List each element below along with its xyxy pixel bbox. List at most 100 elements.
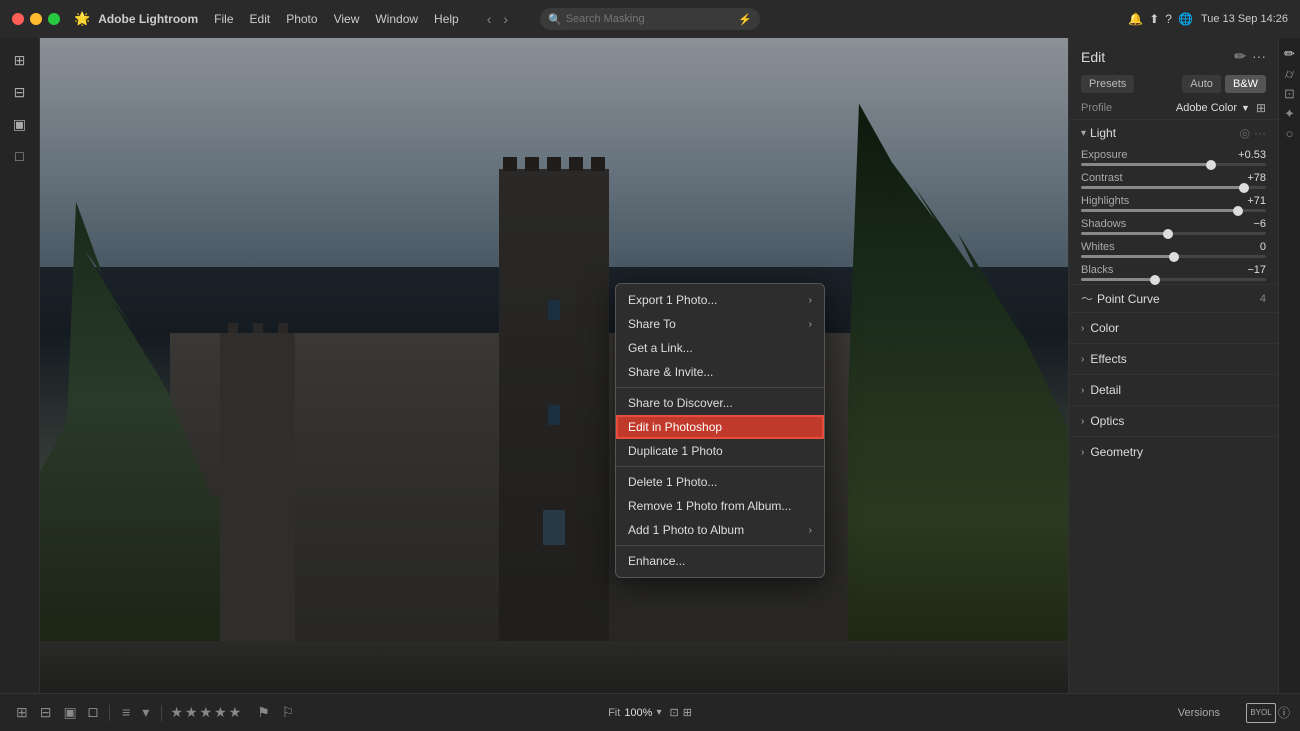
point-curve-label: Point Curve — [1097, 292, 1260, 306]
blacks-label: Blacks — [1081, 264, 1113, 276]
redeye-tool-icon[interactable]: ○ — [1286, 126, 1294, 141]
fit-dropdown-icon[interactable]: ▾ — [656, 707, 661, 718]
menu-window[interactable]: Window — [375, 12, 418, 26]
merlon — [278, 323, 288, 333]
effects-header[interactable]: › Effects — [1069, 344, 1278, 374]
light-eye-icon[interactable]: ◎ — [1240, 126, 1250, 140]
ctx-enhance-label: Enhance... — [628, 554, 685, 568]
contrast-thumb[interactable] — [1239, 183, 1249, 193]
optics-arrow-icon: › — [1081, 416, 1084, 427]
highlights-fill — [1081, 209, 1238, 212]
left-toolbar: ⊞ ⊟ ▣ □ — [0, 38, 40, 693]
merlon — [569, 157, 583, 171]
detail-header[interactable]: › Detail — [1069, 375, 1278, 405]
versions-label[interactable]: Versions — [1178, 707, 1220, 719]
ctx-duplicate-label: Duplicate 1 Photo — [628, 444, 723, 458]
ctx-get-link[interactable]: Get a Link... — [616, 336, 824, 360]
menu-edit[interactable]: Edit — [250, 12, 271, 26]
single-view-icon[interactable]: □ — [85, 702, 101, 723]
byol-info-icon[interactable]: ⓘ — [1278, 704, 1290, 721]
fullscreen-button[interactable] — [48, 13, 60, 25]
sys-icon-4[interactable]: 🌐 — [1178, 12, 1193, 26]
toolbar-single-icon[interactable]: □ — [6, 142, 34, 170]
fit-expand2-icon[interactable]: ⊞ — [683, 706, 692, 719]
blacks-label-row: Blacks −17 — [1081, 264, 1266, 276]
minimize-button[interactable] — [30, 13, 42, 25]
color-header[interactable]: › Color — [1069, 313, 1278, 343]
sort-direction-icon[interactable]: ▾ — [138, 702, 153, 723]
ctx-export[interactable]: Export 1 Photo... › — [616, 288, 824, 312]
crop-tool-icon[interactable]: ⊡ — [1284, 86, 1295, 102]
heal-tool-icon[interactable]: ✦ — [1284, 106, 1295, 122]
toolbar-filmstrip-icon[interactable]: ⊟ — [6, 78, 34, 106]
star-3[interactable]: ★ — [200, 704, 213, 721]
panel-dots-icon[interactable]: ··· — [1252, 48, 1266, 65]
point-curve-row[interactable]: 〜 Point Curve 4 — [1069, 284, 1278, 312]
contrast-track[interactable] — [1081, 186, 1266, 189]
ctx-share-to[interactable]: Share To › — [616, 312, 824, 336]
star-5[interactable]: ★ — [229, 704, 242, 721]
ctx-share-invite[interactable]: Share & Invite... — [616, 360, 824, 384]
flag-icon[interactable]: ⚑ — [253, 702, 274, 723]
toolbar-grid-icon[interactable]: ⊞ — [6, 46, 34, 74]
reject-icon[interactable]: ⚐ — [278, 702, 299, 723]
geometry-header[interactable]: › Geometry — [1069, 437, 1278, 467]
back-arrow[interactable]: ‹ — [483, 9, 496, 29]
fit-expand-icon[interactable]: ⊡ — [669, 706, 678, 719]
forward-arrow[interactable]: › — [499, 9, 512, 29]
compare-view-icon[interactable]: ▣ — [59, 702, 80, 723]
highlights-thumb[interactable] — [1233, 206, 1243, 216]
detail-arrow-icon: › — [1081, 385, 1084, 396]
light-section-header[interactable]: ▾ Light ◎ ··· — [1069, 119, 1278, 146]
profile-value[interactable]: Adobe Color ▼ — [1176, 102, 1250, 114]
sort-icon[interactable]: ≡ — [118, 702, 134, 723]
panel-title: Edit — [1081, 49, 1105, 65]
menu-view[interactable]: View — [334, 12, 360, 26]
exposure-thumb[interactable] — [1206, 160, 1216, 170]
shadows-track[interactable] — [1081, 232, 1266, 235]
sys-icon-2[interactable]: ⬆ — [1149, 12, 1159, 26]
ctx-delete[interactable]: Delete 1 Photo... — [616, 470, 824, 494]
optics-header[interactable]: › Optics — [1069, 406, 1278, 436]
blacks-fill — [1081, 278, 1155, 281]
menu-photo[interactable]: Photo — [286, 12, 317, 26]
highlights-track[interactable] — [1081, 209, 1266, 212]
exposure-track[interactable] — [1081, 163, 1266, 166]
panel-brush-icon[interactable]: ✏ — [1234, 48, 1246, 65]
auto-button[interactable]: Auto — [1182, 75, 1221, 93]
search-bar[interactable]: 🔍 ⚡ — [540, 8, 760, 30]
profile-grid-icon[interactable]: ⊞ — [1256, 101, 1266, 115]
contrast-fill — [1081, 186, 1244, 189]
search-input[interactable] — [566, 13, 735, 25]
star-4[interactable]: ★ — [214, 704, 227, 721]
blacks-track[interactable] — [1081, 278, 1266, 281]
menu-help[interactable]: Help — [434, 12, 459, 26]
ctx-add-album[interactable]: Add 1 Photo to Album › — [616, 518, 824, 542]
masking-tool-icon[interactable]: ⌭ — [1285, 66, 1294, 82]
columns-view-icon[interactable]: ⊟ — [36, 702, 56, 723]
nav-arrows: ‹ › — [483, 9, 512, 29]
presets-button[interactable]: Presets — [1081, 75, 1134, 93]
color-section: › Color — [1069, 312, 1278, 343]
menu-file[interactable]: File — [214, 12, 233, 26]
bw-button[interactable]: B&W — [1225, 75, 1266, 93]
star-1[interactable]: ★ — [170, 704, 183, 721]
shadows-thumb[interactable] — [1163, 229, 1173, 239]
ctx-edit-photoshop[interactable]: Edit in Photoshop — [616, 415, 824, 439]
ctx-remove-album[interactable]: Remove 1 Photo from Album... — [616, 494, 824, 518]
sys-icon-3[interactable]: ? — [1165, 12, 1172, 26]
edit-tool-icon[interactable]: ✏ — [1284, 46, 1295, 62]
whites-track[interactable] — [1081, 255, 1266, 258]
ctx-duplicate[interactable]: Duplicate 1 Photo — [616, 439, 824, 463]
close-button[interactable] — [12, 13, 24, 25]
blacks-thumb[interactable] — [1150, 275, 1160, 285]
star-2[interactable]: ★ — [185, 704, 198, 721]
grid-view-icon[interactable]: ⊞ — [12, 702, 32, 723]
ctx-enhance[interactable]: Enhance... — [616, 549, 824, 573]
toolbar-compare-icon[interactable]: ▣ — [6, 110, 34, 138]
whites-thumb[interactable] — [1169, 252, 1179, 262]
ctx-share-discover[interactable]: Share to Discover... — [616, 391, 824, 415]
filter-icon[interactable]: ⚡ — [738, 13, 752, 26]
light-dots-icon[interactable]: ··· — [1254, 126, 1266, 140]
sys-icon-1[interactable]: 🔔 — [1128, 12, 1143, 26]
